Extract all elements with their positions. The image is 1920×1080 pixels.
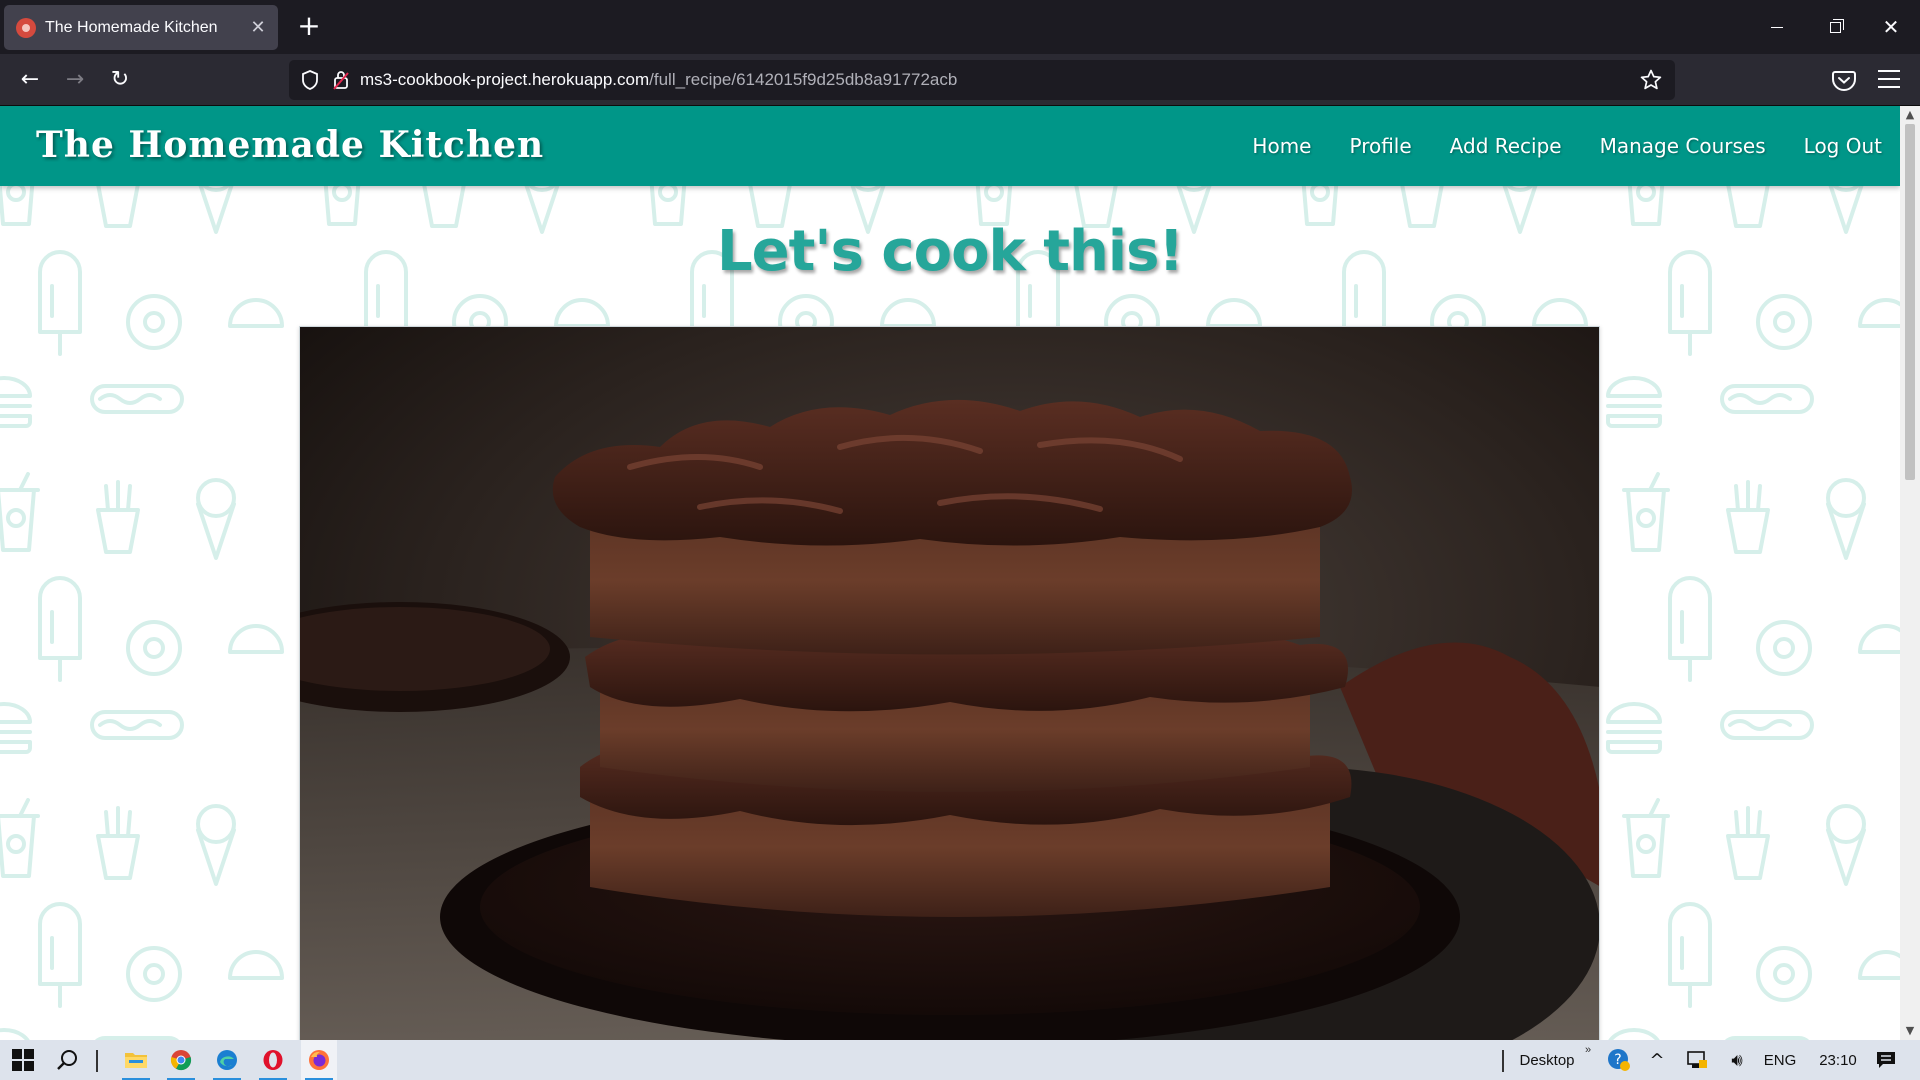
page-title: Let's cook this!	[717, 219, 1184, 284]
desktop-toolbar[interactable]: Desktop	[1512, 1040, 1582, 1080]
site-header: The Homemade Kitchen Home Profile Add Re…	[0, 106, 1900, 186]
taskbar-separator	[1502, 1050, 1504, 1072]
search-button[interactable]	[52, 1040, 82, 1080]
minimize-icon	[1771, 26, 1783, 28]
desktop-label: Desktop	[1519, 1051, 1575, 1069]
windows-logo-icon	[12, 1049, 34, 1071]
url-text: ms3-cookbook-project.herokuapp.com/full_…	[360, 70, 957, 90]
language-label: ENG	[1763, 1051, 1797, 1069]
pocket-icon[interactable]	[1830, 66, 1858, 94]
action-center-button[interactable]	[1866, 1040, 1906, 1080]
network-icon[interactable]	[1682, 1040, 1712, 1080]
chevron-up-icon: ^	[1649, 1049, 1665, 1071]
window-restore-button[interactable]	[1812, 8, 1858, 46]
language-indicator[interactable]: ENG	[1760, 1040, 1800, 1080]
nav-add-recipe-link[interactable]: Add Recipe	[1450, 134, 1562, 158]
ethernet-icon	[1687, 1051, 1707, 1068]
browser-tab-bar: The Homemade Kitchen ✕ + ✕	[0, 0, 1920, 54]
opera-button[interactable]	[255, 1040, 291, 1080]
clock[interactable]: 23:10	[1808, 1040, 1868, 1080]
volume-icon[interactable]: 🔊︎	[1722, 1040, 1752, 1080]
firefox-icon	[309, 1050, 329, 1070]
address-bar[interactable]: ms3-cookbook-project.herokuapp.com/full_…	[289, 60, 1675, 100]
site-favicon-icon	[16, 17, 36, 38]
tab-close-icon[interactable]: ✕	[244, 17, 272, 38]
show-hidden-icons-button[interactable]: ^	[1642, 1040, 1672, 1080]
back-arrow-icon[interactable]: ←	[13, 64, 47, 96]
browser-tab-active[interactable]: The Homemade Kitchen ✕	[4, 5, 278, 50]
browser-toolbar: ← → ↻ ms3-cookbook-project.herokuapp.com…	[0, 54, 1920, 106]
window-close-button[interactable]: ✕	[1868, 8, 1914, 46]
chocolate-cake-illustration	[300, 327, 1599, 1040]
edge-button[interactable]	[209, 1040, 245, 1080]
url-domain: ms3-cookbook-project.herokuapp.com	[360, 70, 650, 89]
nav-log-out-link[interactable]: Log Out	[1804, 134, 1882, 158]
chrome-icon	[170, 1050, 192, 1071]
nav-profile-link[interactable]: Profile	[1349, 134, 1411, 158]
nav-manage-courses-link[interactable]: Manage Courses	[1600, 134, 1766, 158]
page-scrollbar[interactable]: ▲ ▼	[1900, 106, 1920, 1040]
scroll-up-arrow-icon[interactable]: ▲	[1904, 108, 1916, 121]
bookmark-star-icon[interactable]	[1639, 68, 1663, 92]
menu-hamburger-icon[interactable]	[1878, 70, 1900, 88]
page-viewport: The Homemade Kitchen Home Profile Add Re…	[0, 106, 1900, 1040]
scroll-down-arrow-icon[interactable]: ▼	[1904, 1024, 1916, 1037]
clock-time: 23:10	[1819, 1051, 1857, 1069]
tracking-shield-icon[interactable]	[300, 69, 320, 91]
window-minimize-button[interactable]	[1754, 8, 1800, 46]
help-icon[interactable]: ?	[1604, 1040, 1634, 1080]
edge-icon	[217, 1050, 237, 1070]
windows-start-button[interactable]	[8, 1040, 38, 1080]
brand-logo[interactable]: The Homemade Kitchen	[36, 124, 544, 166]
nav-home-link[interactable]: Home	[1252, 134, 1311, 158]
restore-icon	[1829, 18, 1844, 33]
notification-icon	[1877, 1052, 1895, 1068]
scrollbar-thumb[interactable]	[1905, 124, 1915, 480]
help-question-icon: ?	[1608, 1049, 1630, 1071]
speaker-icon: 🔊︎	[1731, 1049, 1743, 1071]
site-nav: Home Profile Add Recipe Manage Courses L…	[1214, 106, 1882, 186]
url-path: /full_recipe/6142015f9d25db8a91772acb	[649, 70, 958, 89]
file-explorer-button[interactable]	[118, 1040, 154, 1080]
new-tab-button[interactable]: +	[292, 10, 326, 44]
recipe-image	[299, 326, 1600, 1040]
lock-icon[interactable]	[332, 69, 350, 91]
reload-icon[interactable]: ↻	[103, 64, 137, 96]
taskbar-separator	[96, 1050, 98, 1072]
chrome-button[interactable]	[163, 1040, 199, 1080]
search-icon	[57, 1050, 77, 1070]
tab-title: The Homemade Kitchen	[45, 18, 218, 36]
forward-arrow-icon[interactable]: →	[58, 64, 92, 96]
folder-icon	[125, 1053, 147, 1068]
firefox-button[interactable]	[301, 1040, 337, 1080]
windows-taskbar: Desktop » ? ^ 🔊︎ ENG 23:10	[0, 1040, 1920, 1080]
opera-icon	[263, 1050, 283, 1070]
